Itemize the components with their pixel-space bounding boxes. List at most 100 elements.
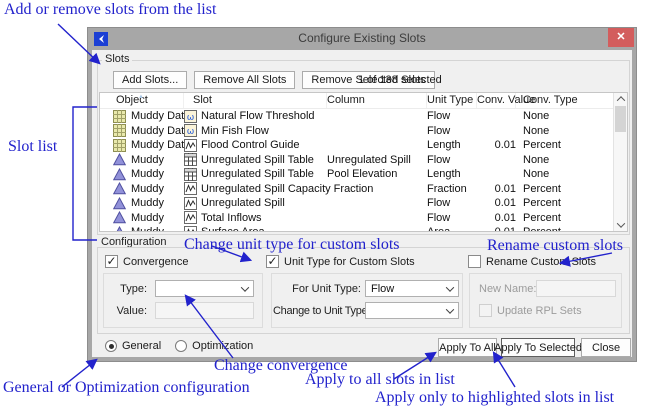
object-cell: Muddy: [131, 197, 164, 209]
scroll-up-button[interactable]: [614, 93, 627, 105]
conv-value-cell: 0.01: [477, 197, 516, 209]
chevron-down-icon: [241, 283, 249, 291]
unit-type-cell: Flow: [427, 110, 477, 122]
table-row[interactable]: MuddyUnregulated Spill TablePool Elevati…: [100, 167, 627, 182]
table-row[interactable]: MuddyTotal InflowsFlow0.01Percent: [100, 211, 627, 226]
rename-checkbox[interactable]: ✓ Rename Custom Slots: [468, 255, 596, 268]
apply-to-selected-button[interactable]: Apply To Selected: [501, 338, 575, 357]
unit-type-cell: Length: [427, 168, 477, 180]
vertical-scrollbar[interactable]: [613, 93, 627, 231]
general-radio[interactable]: General: [105, 340, 161, 352]
optimization-radio[interactable]: Optimization: [175, 340, 253, 352]
close-dialog-button[interactable]: Close: [581, 338, 631, 357]
slot-cell: Unregulated Spill Table: [201, 154, 314, 166]
update-rpl-sets-checkbox[interactable]: ✓ Update RPL Sets: [479, 304, 582, 317]
conv-type-cell: Percent: [523, 212, 613, 224]
unit-type-cell: Flow: [427, 197, 477, 209]
slot-cell: Surface Area: [201, 226, 265, 232]
slot-cell: Natural Flow Threshold: [201, 110, 315, 122]
conv-type-cell: None: [523, 125, 613, 137]
unit-type-cell: Flow: [427, 212, 477, 224]
unit-type-cell: Flow: [427, 154, 477, 166]
rename-label: Rename Custom Slots: [486, 256, 596, 268]
table-row[interactable]: Muddy Unregulated Spill Table Unregulated …: [100, 153, 627, 168]
slot-cell: Total Inflows: [201, 212, 262, 224]
chevron-down-icon: [446, 283, 454, 291]
column-cell: Unregulated Spill: [327, 154, 427, 166]
conv-type-cell: Percent: [523, 197, 613, 209]
slot-cell: Flood Control Guide: [201, 139, 299, 151]
table-row[interactable]: MuddySurface AreaArea0.01Percent: [100, 225, 627, 232]
conv-value-cell: 0.01: [477, 139, 516, 151]
sort-ascending-icon: ▲: [138, 92, 144, 105]
convergence-checkbox[interactable]: ✓ Convergence: [105, 255, 188, 268]
type-row: Type:: [113, 280, 254, 297]
column-header-object[interactable]: ▲ Object: [100, 93, 184, 108]
column-header-unit-type[interactable]: Unit Type: [427, 93, 477, 108]
change-unit-type-row: Change to Unit Type:: [273, 302, 459, 319]
periodic-slot-icon: ω: [184, 124, 197, 137]
add-slots-button[interactable]: Add Slots...: [113, 71, 187, 89]
data-object-icon: [113, 110, 126, 123]
reservoir-icon: [113, 211, 126, 224]
table-row[interactable]: Muddy DataωMin Fish FlowFlowNone: [100, 124, 627, 139]
scroll-down-button[interactable]: [614, 219, 627, 231]
new-name-field[interactable]: [536, 280, 616, 297]
new-name-row: New Name:: [479, 280, 616, 297]
annotation-general-opt: General or Optimization configuration: [3, 379, 250, 397]
close-button[interactable]: ✕: [608, 28, 634, 47]
title-bar[interactable]: Configure Existing Slots ✕: [88, 28, 636, 50]
slot-table-body: Muddy Data ω Natural Flow Threshold Flow Non…: [100, 109, 627, 232]
table-row[interactable]: Muddy Data Flood Control Guide Length0.01 P…: [100, 138, 627, 153]
conv-type-cell: Percent: [523, 183, 613, 195]
column-cell: Pool Elevation: [327, 168, 427, 180]
table-row[interactable]: Muddy DataωNatural Flow ThresholdFlowNon…: [100, 109, 627, 124]
new-name-label: New Name:: [479, 283, 531, 295]
unit-type-cell: Length: [427, 139, 477, 151]
annotation-add-remove: Add or remove slots from the list: [4, 1, 216, 19]
table-row[interactable]: Muddy Unregulated Spill Flow0.01 Percent: [100, 196, 627, 211]
table-row[interactable]: MuddyUnregulated Spill Capacity Fraction…: [100, 182, 627, 197]
series-slot-icon: [184, 197, 197, 210]
type-label: Type:: [113, 283, 147, 295]
column-header-slot[interactable]: Slot: [184, 93, 327, 108]
conv-type-cell: Percent: [523, 139, 613, 151]
convergence-label: Convergence: [123, 256, 188, 268]
value-row: Value:: [113, 302, 254, 319]
object-cell: Muddy: [131, 226, 164, 232]
annotation-slot-list: Slot list: [8, 138, 57, 156]
scrollbar-thumb[interactable]: [615, 106, 626, 132]
table-slot-icon: [184, 168, 197, 181]
chevron-down-icon: [446, 305, 454, 313]
for-unit-type-combobox[interactable]: Flow: [365, 280, 459, 297]
column-header-column[interactable]: Column: [327, 93, 427, 108]
object-cell: Muddy: [131, 168, 164, 180]
chevron-up-icon: [616, 96, 624, 104]
column-header-conv-type[interactable]: Conv. Type: [523, 93, 613, 108]
conv-type-cell: None: [523, 110, 613, 122]
value-label: Value:: [113, 305, 147, 317]
column-header-conv-value[interactable]: Conv. Value: [477, 93, 516, 108]
change-unit-type-combobox[interactable]: [365, 302, 459, 319]
apply-to-all-button[interactable]: Apply To All: [438, 338, 497, 357]
annotation-change-unit-type: Change unit type for custom slots: [184, 236, 400, 254]
object-cell: Muddy Data: [131, 139, 190, 151]
remove-all-slots-button[interactable]: Remove All Slots: [194, 71, 295, 89]
reservoir-icon: [113, 168, 126, 181]
slots-group-label: Slots: [102, 53, 132, 65]
object-cell: Muddy Data: [131, 110, 190, 122]
chevron-down-icon: [616, 219, 624, 227]
optimization-radio-label: Optimization: [192, 340, 253, 352]
value-field[interactable]: [155, 302, 254, 319]
conv-value-cell: 0.01: [477, 183, 516, 195]
close-icon: ✕: [616, 32, 625, 43]
object-cell: Muddy: [131, 183, 164, 195]
slot-table: ▲ Object Slot Column Unit Type Conv. Val…: [99, 92, 628, 232]
slot-cell: Unregulated Spill: [201, 197, 285, 209]
series-slot-icon: [184, 211, 197, 224]
type-combobox[interactable]: [155, 280, 254, 297]
unit-type-checkbox[interactable]: ✓ Unit Type for Custom Slots: [266, 255, 415, 268]
selection-status: 1 of 138 selected: [358, 74, 442, 86]
object-cell: Muddy: [131, 154, 164, 166]
for-unit-type-label: For Unit Type:: [273, 283, 361, 295]
